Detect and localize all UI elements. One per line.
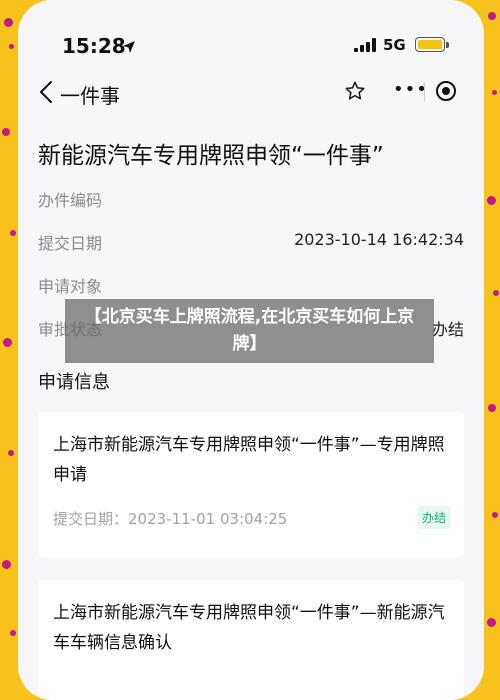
- background-dot: [4, 18, 13, 27]
- background-dot: [488, 404, 496, 412]
- status-bar: 15:28 5G: [18, 0, 484, 70]
- signal-icon: [354, 38, 376, 52]
- background-dot: [8, 450, 14, 456]
- application-card[interactable]: 上海市新能源汽车专用牌照申领“一件事”—专用牌照申请 提交日期：2023-11-…: [38, 412, 464, 558]
- network-type: 5G: [383, 36, 406, 54]
- card-date: 提交日期：2023-11-01 03:04:25: [53, 510, 288, 528]
- nav-header: 一件事 •••: [18, 70, 484, 116]
- star-icon[interactable]: [344, 80, 366, 102]
- background-dot: [492, 512, 498, 518]
- background-dot: [10, 630, 16, 636]
- background-dot: [487, 618, 496, 627]
- field-value-submit-date: 2023-10-14 16:42:34: [294, 230, 464, 249]
- background-dot: [2, 128, 10, 136]
- background-dot: [9, 44, 14, 49]
- background-dot: [3, 338, 12, 347]
- background-dot: [487, 196, 496, 205]
- capsule-divider: [424, 83, 425, 101]
- background-dot: [493, 290, 499, 296]
- field-value-status: 办结: [431, 320, 464, 339]
- mini-program-capsule: •••: [383, 73, 469, 109]
- page-title: 新能源汽车专用牌照申领“一件事”: [38, 143, 384, 169]
- overlay-caption: 【北京买车上牌照流程,在北京买车如何上京牌】: [65, 299, 434, 363]
- back-chevron-icon[interactable]: [38, 80, 54, 104]
- section-title: 申请信息: [38, 372, 110, 393]
- application-card[interactable]: 上海市新能源汽车专用牌照申领“一件事”—新能源汽车车辆信息确认: [38, 580, 464, 700]
- field-label-code: 办件编码: [38, 191, 103, 210]
- background-dot: [488, 12, 496, 20]
- background-dot: [492, 90, 497, 95]
- card-title: 上海市新能源汽车专用牌照申领“一件事”—新能源汽车车辆信息确认: [53, 603, 445, 653]
- navigation-arrow-icon: [123, 41, 135, 53]
- status-time: 15:28: [62, 34, 126, 58]
- background-dot: [2, 560, 11, 569]
- background-dot: [10, 230, 16, 236]
- field-label-applicant: 申请对象: [38, 277, 103, 296]
- target-icon[interactable]: [435, 80, 457, 102]
- more-icon[interactable]: •••: [393, 79, 428, 100]
- battery-icon: [415, 37, 449, 52]
- header-title: 一件事: [60, 84, 120, 108]
- overlay-text: 【北京买车上牌照流程,在北京买车如何上京牌】: [84, 307, 415, 354]
- field-label-submit-date: 提交日期: [38, 234, 103, 253]
- status-badge: 办结: [417, 506, 450, 529]
- card-title: 上海市新能源汽车专用牌照申领“一件事”—专用牌照申请: [53, 435, 445, 485]
